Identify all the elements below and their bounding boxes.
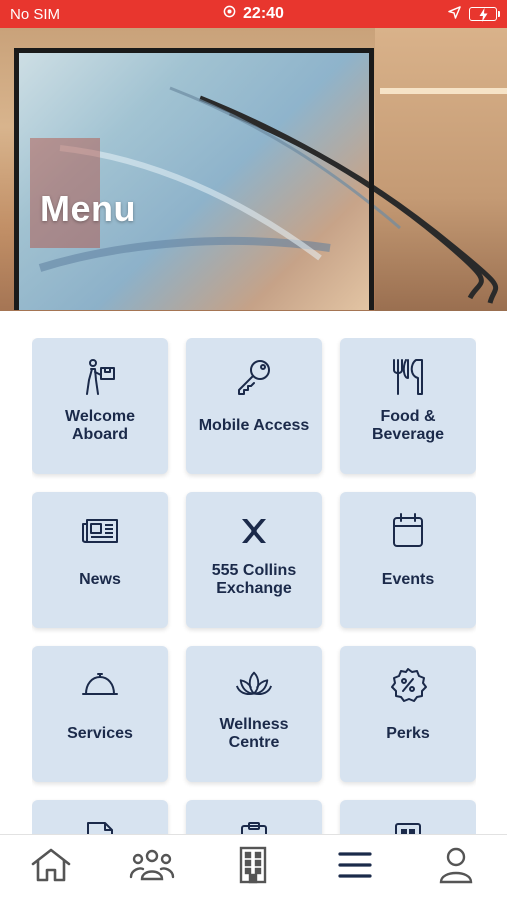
menu-tile-partial[interactable] xyxy=(186,800,322,834)
discount-badge-icon xyxy=(389,666,427,704)
hero-banner: Menu xyxy=(0,28,507,311)
clipboard-icon xyxy=(235,820,273,834)
alarm-icon xyxy=(223,5,236,23)
tab-menu[interactable] xyxy=(325,843,385,893)
menu-tile-events[interactable]: Events xyxy=(340,492,476,628)
exchange-logo-icon xyxy=(235,512,273,550)
carrier-label: No SIM xyxy=(10,5,61,23)
menu-tile-mobile-access[interactable]: Mobile Access xyxy=(186,338,322,474)
status-bar: No SIM 22:40 xyxy=(0,0,507,28)
tab-community[interactable] xyxy=(122,843,182,893)
tile-label: News xyxy=(79,571,121,588)
menu-tile-food-beverage[interactable]: Food & Beverage xyxy=(340,338,476,474)
tab-home[interactable] xyxy=(21,843,81,893)
tile-label: Services xyxy=(67,725,133,742)
tab-profile[interactable] xyxy=(426,843,486,893)
delivery-person-icon xyxy=(81,358,119,396)
tile-label: Perks xyxy=(386,725,430,742)
building-icon xyxy=(237,846,269,889)
document-icon xyxy=(81,820,119,834)
tile-label: Wellness Centre xyxy=(219,716,289,751)
calendar-icon xyxy=(389,512,427,550)
menu-tile-perks[interactable]: Perks xyxy=(340,646,476,782)
menu-grid: Welcome Aboard Mobile Access Food & Beve… xyxy=(32,338,476,834)
menu-tile-partial[interactable] xyxy=(340,800,476,834)
menu-tile-services[interactable]: Services xyxy=(32,646,168,782)
service-bell-icon xyxy=(81,666,119,704)
tile-label: Events xyxy=(381,571,435,588)
home-icon xyxy=(30,847,72,888)
location-arrow-icon xyxy=(448,5,461,23)
key-icon xyxy=(235,358,273,396)
battery-charging-icon xyxy=(468,7,500,22)
grid-icon xyxy=(389,820,427,834)
hero-glass-frame xyxy=(14,48,374,310)
community-icon xyxy=(128,847,176,888)
menu-icon xyxy=(337,850,373,885)
tile-label: Mobile Access xyxy=(198,417,310,434)
menu-tile-welcome-aboard[interactable]: Welcome Aboard xyxy=(32,338,168,474)
menu-tile-wellness-centre[interactable]: Wellness Centre xyxy=(186,646,322,782)
menu-tile-news[interactable]: News xyxy=(32,492,168,628)
tile-label: Welcome Aboard xyxy=(65,408,135,443)
lotus-icon xyxy=(235,666,273,704)
menu-tile-partial[interactable] xyxy=(32,800,168,834)
page-title: Menu xyxy=(40,188,136,229)
tab-building[interactable] xyxy=(223,843,283,893)
status-time: 22:40 xyxy=(243,5,284,22)
bottom-tab-bar xyxy=(0,834,507,900)
menu-tile-555-collins-exchange[interactable]: 555 Collins Exchange xyxy=(186,492,322,628)
profile-icon xyxy=(438,846,474,889)
tile-label: Food & Beverage xyxy=(371,408,445,443)
tile-label: 555 Collins Exchange xyxy=(211,562,297,597)
newspaper-icon xyxy=(81,512,119,550)
fork-knife-icon xyxy=(389,358,427,396)
